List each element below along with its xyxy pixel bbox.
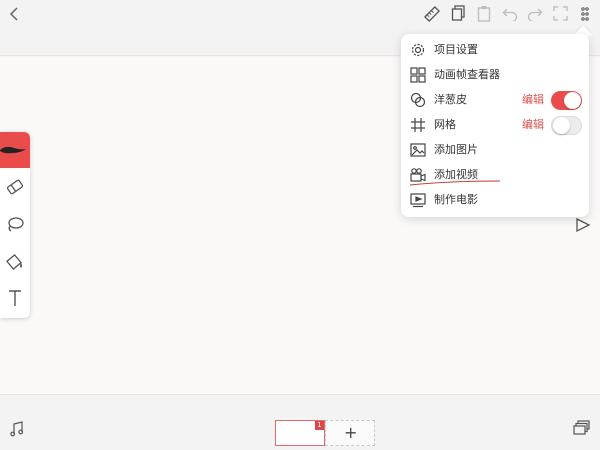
undo-icon[interactable]: [502, 6, 518, 21]
eraser-icon[interactable]: [6, 179, 24, 195]
menu-item-project-settings[interactable]: 项目设置: [401, 38, 589, 63]
hash-grid-icon: [410, 117, 426, 137]
add-frame-button[interactable]: +: [325, 420, 375, 446]
lasso-icon[interactable]: [6, 216, 24, 232]
movie-icon: [410, 192, 426, 212]
menu-item-label: 网格: [434, 118, 456, 131]
fill-bucket-icon[interactable]: [6, 253, 24, 271]
music-note-icon[interactable]: [10, 421, 24, 437]
paste-icon[interactable]: [477, 5, 491, 22]
underline-annotation: [409, 179, 501, 187]
menu-item-label: 项目设置: [434, 43, 478, 56]
add-frame-symbol: +: [344, 423, 358, 442]
ruler-icon[interactable]: [424, 6, 440, 22]
grid-view-icon: [410, 67, 426, 87]
more-icon[interactable]: [581, 6, 589, 22]
layers-icon[interactable]: [573, 420, 591, 436]
menu-item-label: 制作电影: [434, 193, 478, 206]
play-icon[interactable]: [575, 217, 591, 233]
image-icon: [410, 142, 426, 162]
menu-item-label: 洋葱皮: [434, 93, 467, 106]
onion-skin-icon: [410, 92, 426, 112]
onion-skin-edit-link[interactable]: 编辑: [522, 92, 544, 108]
toggle-knob: [564, 92, 581, 109]
gear-icon: [410, 42, 426, 62]
onion-skin-toggle[interactable]: [551, 91, 582, 110]
grid-edit-link[interactable]: 编辑: [522, 117, 544, 133]
menu-item-add-image[interactable]: 添加图片: [401, 138, 589, 163]
fullscreen-icon[interactable]: [553, 6, 568, 21]
menu-item-onion-skin[interactable]: 洋葱皮 编辑: [401, 88, 589, 113]
brush-tool[interactable]: [0, 132, 30, 168]
menu-item-label: 添加图片: [434, 143, 478, 156]
menu-item-grid[interactable]: 网格 编辑: [401, 113, 589, 138]
grid-toggle[interactable]: [551, 116, 582, 135]
frame-badge: 1: [315, 421, 324, 430]
menu-item-frame-viewer[interactable]: 动画帧查看器: [401, 63, 589, 88]
toggle-knob: [553, 117, 570, 134]
text-icon[interactable]: [8, 289, 22, 307]
copy-icon[interactable]: [451, 5, 466, 22]
menu-item-make-movie[interactable]: 制作电影: [401, 188, 589, 213]
brush-icon: [0, 145, 26, 155]
menu-item-label: 动画帧查看器: [434, 68, 500, 81]
back-chevron-icon[interactable]: [8, 6, 20, 22]
redo-icon[interactable]: [527, 6, 543, 21]
tool-panel: [0, 132, 30, 318]
more-menu: 项目设置 动画帧查看器 洋葱皮 编辑 网格 编辑 添加图片 添加视频 制作电影: [401, 34, 589, 217]
